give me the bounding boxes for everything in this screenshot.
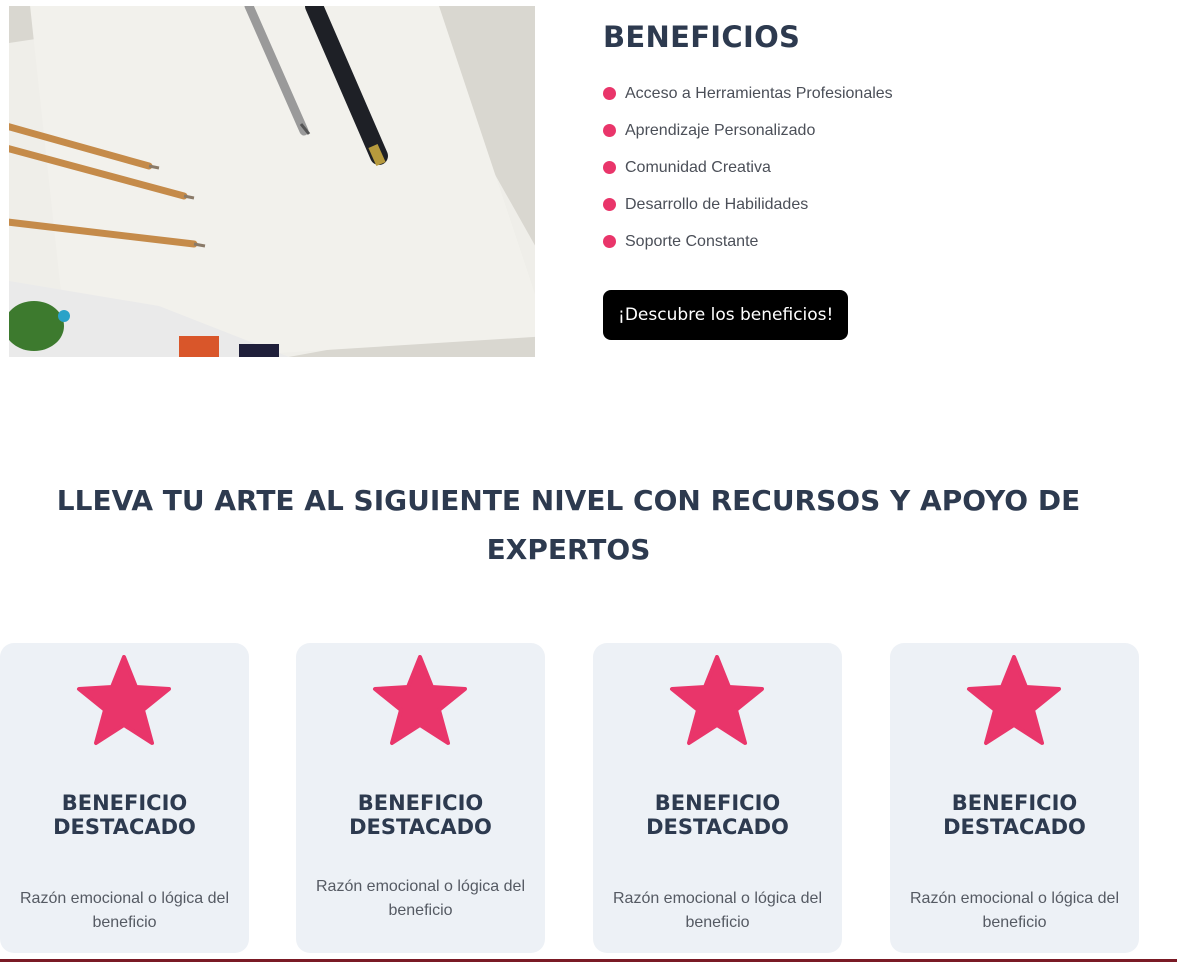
benefit-item: Acceso a Herramientas Profesionales xyxy=(603,75,1123,112)
card-title: BENEFICIO DESTACADO xyxy=(943,791,1086,839)
star-icon xyxy=(77,655,171,745)
section-heading: LLEVA TU ARTE AL SIGUIENTE NIVEL CON REC… xyxy=(56,484,1081,566)
bullet-dot-icon xyxy=(603,87,616,100)
benefit-label: Desarrollo de Habilidades xyxy=(625,195,809,213)
bullet-dot-icon xyxy=(603,161,616,174)
card-description: Razón emocional o lógica del beneficio xyxy=(612,890,822,931)
benefits-section: BENEFICIOS Acceso a Herramientas Profesi… xyxy=(603,20,1123,340)
benefit-card: BENEFICIO DESTACADO Razón emocional o ló… xyxy=(593,643,842,953)
benefit-card: BENEFICIO DESTACADO Razón emocional o ló… xyxy=(0,643,249,953)
card-description: Razón emocional o lógica del beneficio xyxy=(315,878,525,919)
benefit-item: Aprendizaje Personalizado xyxy=(603,112,1123,149)
card-description: Razón emocional o lógica del beneficio xyxy=(909,890,1119,931)
star-icon xyxy=(670,655,764,745)
benefit-label: Comunidad Creativa xyxy=(625,158,771,176)
benefit-label: Acceso a Herramientas Profesionales xyxy=(625,84,893,102)
card-description: Razón emocional o lógica del beneficio xyxy=(19,890,229,931)
star-icon xyxy=(373,655,467,745)
card-title: BENEFICIO DESTACADO xyxy=(53,791,196,839)
card-title: BENEFICIO DESTACADO xyxy=(349,791,492,839)
benefit-list: Acceso a Herramientas Profesionales Apre… xyxy=(603,75,1123,260)
bullet-dot-icon xyxy=(603,198,616,211)
card-title: BENEFICIO DESTACADO xyxy=(646,791,789,839)
benefit-item: Comunidad Creativa xyxy=(603,149,1123,186)
benefit-label: Soporte Constante xyxy=(625,232,759,250)
benefits-title: BENEFICIOS xyxy=(603,20,801,54)
benefit-item: Soporte Constante xyxy=(603,223,1123,260)
benefit-card: BENEFICIO DESTACADO Razón emocional o ló… xyxy=(890,643,1139,953)
star-icon xyxy=(967,655,1061,745)
benefit-item: Desarrollo de Habilidades xyxy=(603,186,1123,223)
benefit-label: Aprendizaje Personalizado xyxy=(625,121,816,139)
bullet-dot-icon xyxy=(603,235,616,248)
discover-benefits-button[interactable]: ¡Descubre los beneficios! xyxy=(603,290,849,340)
bullet-dot-icon xyxy=(603,124,616,137)
hero-image xyxy=(9,6,535,357)
art-supplies-photo xyxy=(9,6,535,357)
benefit-card: BENEFICIO DESTACADO Razón emocional o ló… xyxy=(296,643,545,953)
